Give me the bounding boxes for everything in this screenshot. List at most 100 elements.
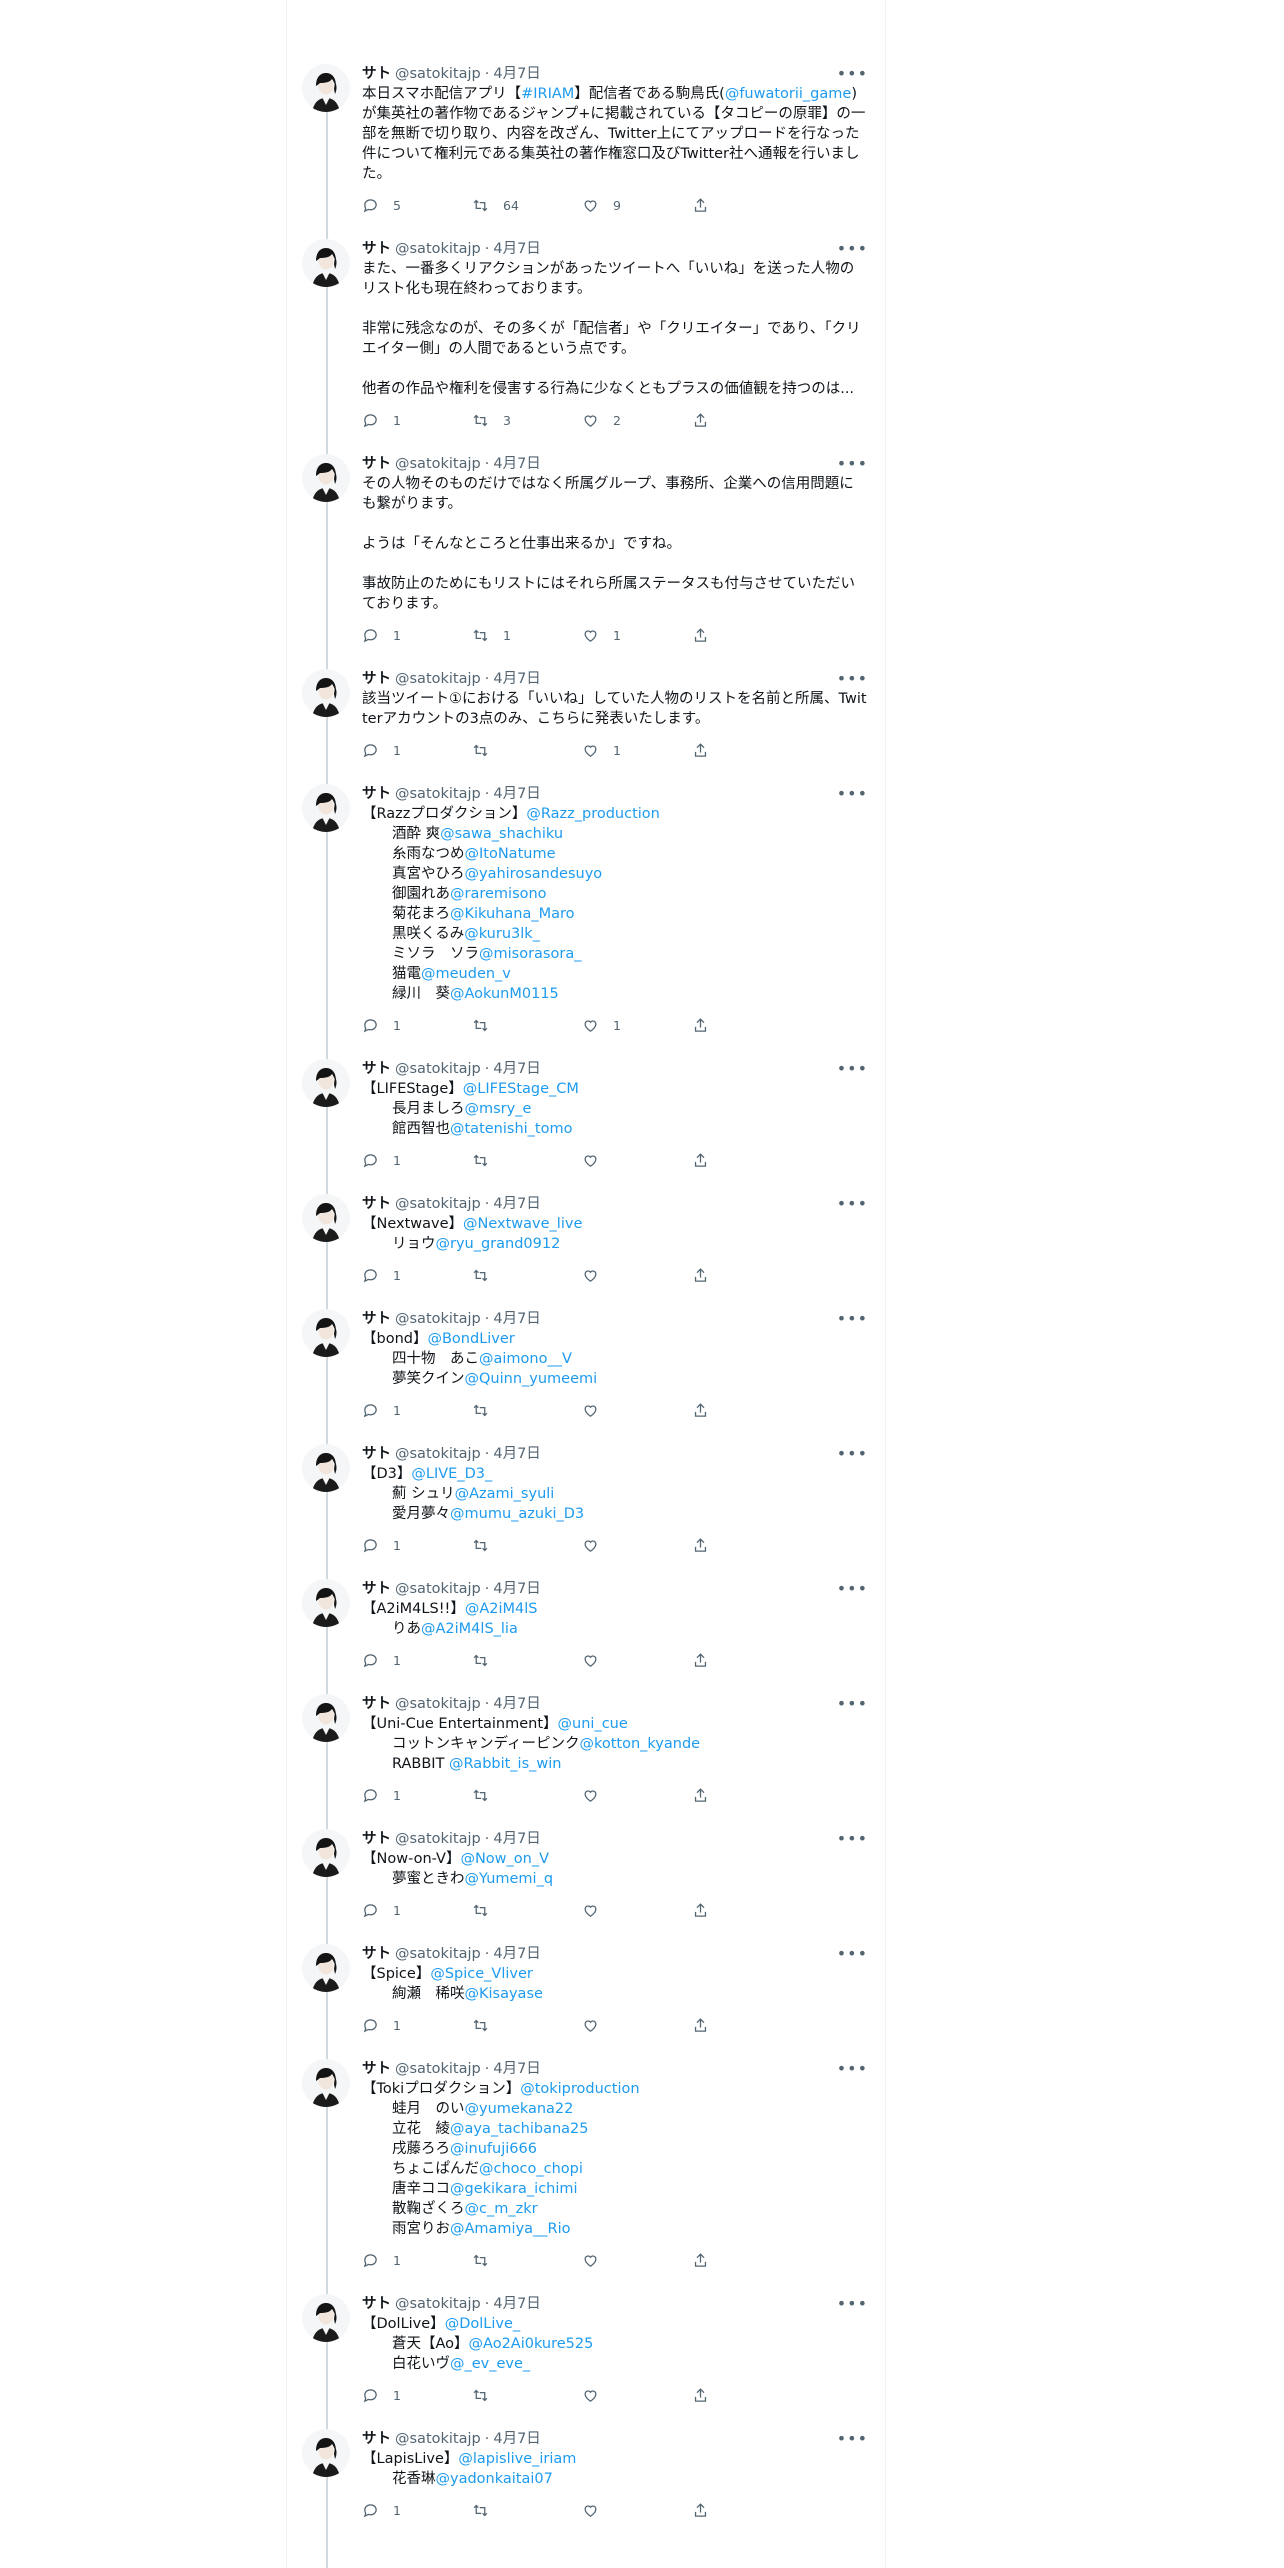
like-button[interactable] xyxy=(582,1402,692,1419)
tweet-date[interactable]: 4月7日 xyxy=(493,2429,540,2449)
tweet-date[interactable]: 4月7日 xyxy=(493,669,540,689)
avatar[interactable] xyxy=(302,239,350,287)
avatar[interactable] xyxy=(302,1309,350,1357)
user-handle[interactable]: @satokitajp xyxy=(395,239,481,259)
group-handle-link[interactable]: @A2iM4lS xyxy=(465,1601,538,1617)
retweet-button[interactable]: 1 xyxy=(472,627,582,644)
more-icon[interactable]: ••• xyxy=(837,1061,868,1077)
tweet-link[interactable]: @fuwatorii_game xyxy=(725,86,852,102)
user-handle[interactable]: @satokitajp xyxy=(395,64,481,84)
group-handle-link[interactable]: @tokiproduction xyxy=(520,2081,639,2097)
member-handle-link[interactable]: @tatenishi_tomo xyxy=(450,1121,572,1137)
tweet[interactable]: サト @satokitajp · 4月7日 ••• 【D3】@LIVE_D3_ 薊 シュリ@… xyxy=(286,1432,884,1567)
reply-button[interactable]: 1 xyxy=(362,1152,472,1169)
member-handle-link[interactable]: @Rabbit_is_win xyxy=(449,1756,561,1772)
tweet-date[interactable]: 4月7日 xyxy=(493,1694,540,1714)
user-handle[interactable]: @satokitajp xyxy=(395,2429,481,2449)
member-handle-link[interactable]: @Kisayase xyxy=(465,1986,543,2002)
retweet-button[interactable] xyxy=(472,2252,582,2269)
user-name[interactable]: サト xyxy=(362,1444,391,1464)
retweet-button[interactable] xyxy=(472,1402,582,1419)
reply-button[interactable]: 1 xyxy=(362,1537,472,1554)
reply-button[interactable]: 1 xyxy=(362,1402,472,1419)
avatar[interactable] xyxy=(302,1194,350,1242)
tweet-date[interactable]: 4月7日 xyxy=(493,784,540,804)
tweet-date[interactable]: 4月7日 xyxy=(493,1579,540,1599)
user-handle[interactable]: @satokitajp xyxy=(395,1059,481,1079)
tweet-date[interactable]: 4月7日 xyxy=(493,2294,540,2314)
share-button[interactable] xyxy=(692,2017,802,2034)
tweet-date[interactable]: 4月7日 xyxy=(493,1309,540,1329)
user-name[interactable]: サト xyxy=(362,1194,391,1214)
share-button[interactable] xyxy=(692,1152,802,1169)
member-handle-link[interactable]: @c_m_zkr xyxy=(465,2201,538,2217)
member-handle-link[interactable]: @Ao2Ai0kure525 xyxy=(469,2336,594,2352)
more-icon[interactable]: ••• xyxy=(837,2296,868,2312)
member-handle-link[interactable]: @ItoNatume xyxy=(465,846,556,862)
share-button[interactable] xyxy=(692,742,802,759)
tweet[interactable]: サト @satokitajp · 4月7日 ••• 該当ツイート①における「いいね」してい… xyxy=(286,657,884,772)
retweet-button[interactable] xyxy=(472,1537,582,1554)
member-handle-link[interactable]: @inufuji666 xyxy=(450,2141,537,2157)
retweet-button[interactable] xyxy=(472,1652,582,1669)
retweet-button[interactable] xyxy=(472,742,582,759)
member-handle-link[interactable]: @raremisono xyxy=(450,886,547,902)
retweet-button[interactable] xyxy=(472,2387,582,2404)
user-handle[interactable]: @satokitajp xyxy=(395,1694,481,1714)
retweet-button[interactable] xyxy=(472,1017,582,1034)
user-handle[interactable]: @satokitajp xyxy=(395,1194,481,1214)
reply-button[interactable]: 1 xyxy=(362,412,472,429)
tweet[interactable]: サト @satokitajp · 4月7日 ••• 本日スマホ配信アプリ【#IRIAM】配… xyxy=(286,52,884,227)
group-handle-link[interactable]: @BondLiver xyxy=(427,1331,514,1347)
member-handle-link[interactable]: @yumekana22 xyxy=(465,2101,574,2117)
like-button[interactable] xyxy=(582,2502,692,2519)
retweet-button[interactable] xyxy=(472,1902,582,1919)
retweet-button[interactable]: 64 xyxy=(472,197,582,214)
user-name[interactable]: サト xyxy=(362,1944,391,1964)
member-handle-link[interactable]: @kotton_kyande xyxy=(579,1736,700,1752)
tweet[interactable]: サト @satokitajp · 4月7日 ••• 【Nextwave】@Nextwave… xyxy=(286,1182,884,1297)
group-handle-link[interactable]: @uni_cue xyxy=(558,1716,628,1732)
share-button[interactable] xyxy=(692,1017,802,1034)
tweet[interactable]: サト @satokitajp · 4月7日 ••• 【A2iM4LS!!】@A2iM4lS… xyxy=(286,1567,884,1682)
retweet-button[interactable] xyxy=(472,2017,582,2034)
like-button[interactable]: 9 xyxy=(582,197,692,214)
share-button[interactable] xyxy=(692,1902,802,1919)
share-button[interactable] xyxy=(692,627,802,644)
tweet[interactable]: サト @satokitajp · 4月7日 ••• 【bond】@BondLiver 四十物… xyxy=(286,1297,884,1432)
tweet-date[interactable]: 4月7日 xyxy=(493,1829,540,1849)
retweet-button[interactable]: 3 xyxy=(472,412,582,429)
share-button[interactable] xyxy=(692,1787,802,1804)
avatar[interactable] xyxy=(302,1059,350,1107)
user-name[interactable]: サト xyxy=(362,669,391,689)
member-handle-link[interactable]: @yadonkaitai07 xyxy=(436,2471,553,2487)
member-handle-link[interactable]: @A2iM4lS_lia xyxy=(421,1621,518,1637)
reply-button[interactable]: 1 xyxy=(362,2017,472,2034)
tweet[interactable]: サト @satokitajp · 4月7日 ••• 【DolLive】@DolLive_ 蒼… xyxy=(286,2282,884,2417)
user-handle[interactable]: @satokitajp xyxy=(395,2059,481,2079)
like-button[interactable] xyxy=(582,1267,692,1284)
tweet[interactable]: サト @satokitajp · 4月7日 ••• 【Now-on-V】@Now_on_V… xyxy=(286,1817,884,1932)
user-name[interactable]: サト xyxy=(362,64,391,84)
group-handle-link[interactable]: @Nextwave_live xyxy=(463,1216,582,1232)
member-handle-link[interactable]: @gekikara_ichimi xyxy=(450,2181,578,2197)
user-handle[interactable]: @satokitajp xyxy=(395,1944,481,1964)
more-icon[interactable]: ••• xyxy=(837,1581,868,1597)
avatar[interactable] xyxy=(302,454,350,502)
share-button[interactable] xyxy=(692,1267,802,1284)
share-button[interactable] xyxy=(692,412,802,429)
like-button[interactable] xyxy=(582,1537,692,1554)
group-handle-link[interactable]: @Spice_Vliver xyxy=(430,1966,533,1982)
avatar[interactable] xyxy=(302,64,350,112)
reply-button[interactable]: 1 xyxy=(362,2252,472,2269)
user-handle[interactable]: @satokitajp xyxy=(395,454,481,474)
like-button[interactable] xyxy=(582,1152,692,1169)
tweet[interactable]: サト @satokitajp · 4月7日 ••• 【Spice】@Spice_Vlive… xyxy=(286,1932,884,2047)
tweet-date[interactable]: 4月7日 xyxy=(493,454,540,474)
tweet[interactable]: サト @satokitajp · 4月7日 ••• 【LapisLive】@lapisli… xyxy=(286,2417,884,2532)
member-handle-link[interactable]: @_ev_eve_ xyxy=(450,2356,530,2372)
tweet[interactable]: サト @satokitajp · 4月7日 ••• 【Razzプロダクション】@Razz_… xyxy=(286,772,884,1047)
user-handle[interactable]: @satokitajp xyxy=(395,669,481,689)
group-handle-link[interactable]: @Razz_production xyxy=(526,806,659,822)
member-handle-link[interactable]: @ryu_grand0912 xyxy=(436,1236,561,1252)
